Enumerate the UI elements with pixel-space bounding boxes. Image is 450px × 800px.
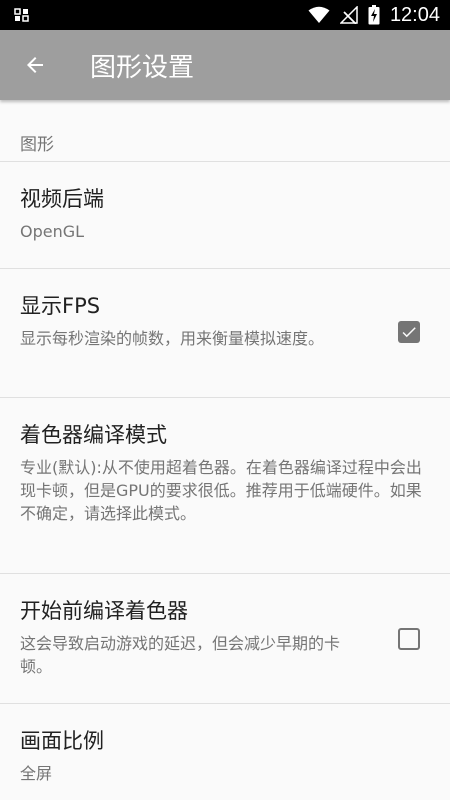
battery-charging-icon (368, 5, 380, 25)
pref-title: 着色器编译模式 (20, 423, 167, 447)
settings-list[interactable]: 图形 视频后端 OpenGL 显示FPS 显示每秒渲染的帧数，用来衡量模拟速度。… (0, 100, 450, 800)
check-icon (402, 327, 416, 338)
category-label: 图形 (20, 135, 54, 155)
pref-title: 显示FPS (20, 294, 101, 318)
back-button[interactable] (0, 30, 70, 100)
pref-precompile-shaders[interactable]: 开始前编译着色器 这会导致启动游戏的延迟，但会减少早期的卡顿。 (0, 574, 450, 704)
pref-title: 画面比例 (20, 729, 104, 753)
pref-shader-compile-mode[interactable]: 着色器编译模式 专业(默认):从不使用超着色器。在着色器编译过程中会出现卡顿，但… (0, 398, 450, 574)
pref-title: 视频后端 (20, 187, 104, 211)
category-header-graphics: 图形 (0, 100, 450, 162)
show-fps-checkbox[interactable] (398, 321, 420, 343)
pref-summary: 专业(默认):从不使用超着色器。在着色器编译过程中会出现卡顿，但是GPU的要求很… (20, 458, 422, 523)
status-time: 12:04 (389, 4, 440, 26)
pref-summary: 全屏 (20, 764, 53, 783)
pref-summary: 这会导致启动游戏的延迟，但会减少早期的卡顿。 (20, 634, 341, 676)
precompile-shaders-checkbox[interactable] (398, 628, 420, 650)
pref-aspect-ratio[interactable]: 画面比例 全屏 (0, 704, 450, 800)
grid-notification-icon (14, 8, 29, 22)
status-bar: 12:04 (0, 0, 450, 30)
pref-show-fps[interactable]: 显示FPS 显示每秒渲染的帧数，用来衡量模拟速度。 (0, 269, 450, 398)
pref-summary: 显示每秒渲染的帧数，用来衡量模拟速度。 (20, 329, 325, 348)
pref-title: 开始前编译着色器 (20, 599, 188, 623)
toolbar: 图形设置 (0, 30, 450, 100)
pref-summary: OpenGL (20, 222, 85, 241)
no-signal-icon (339, 6, 358, 24)
page-title: 图形设置 (90, 52, 195, 83)
wifi-icon (308, 6, 330, 23)
pref-video-backend[interactable]: 视频后端 OpenGL (0, 162, 450, 269)
arrow-back-icon (27, 57, 43, 73)
